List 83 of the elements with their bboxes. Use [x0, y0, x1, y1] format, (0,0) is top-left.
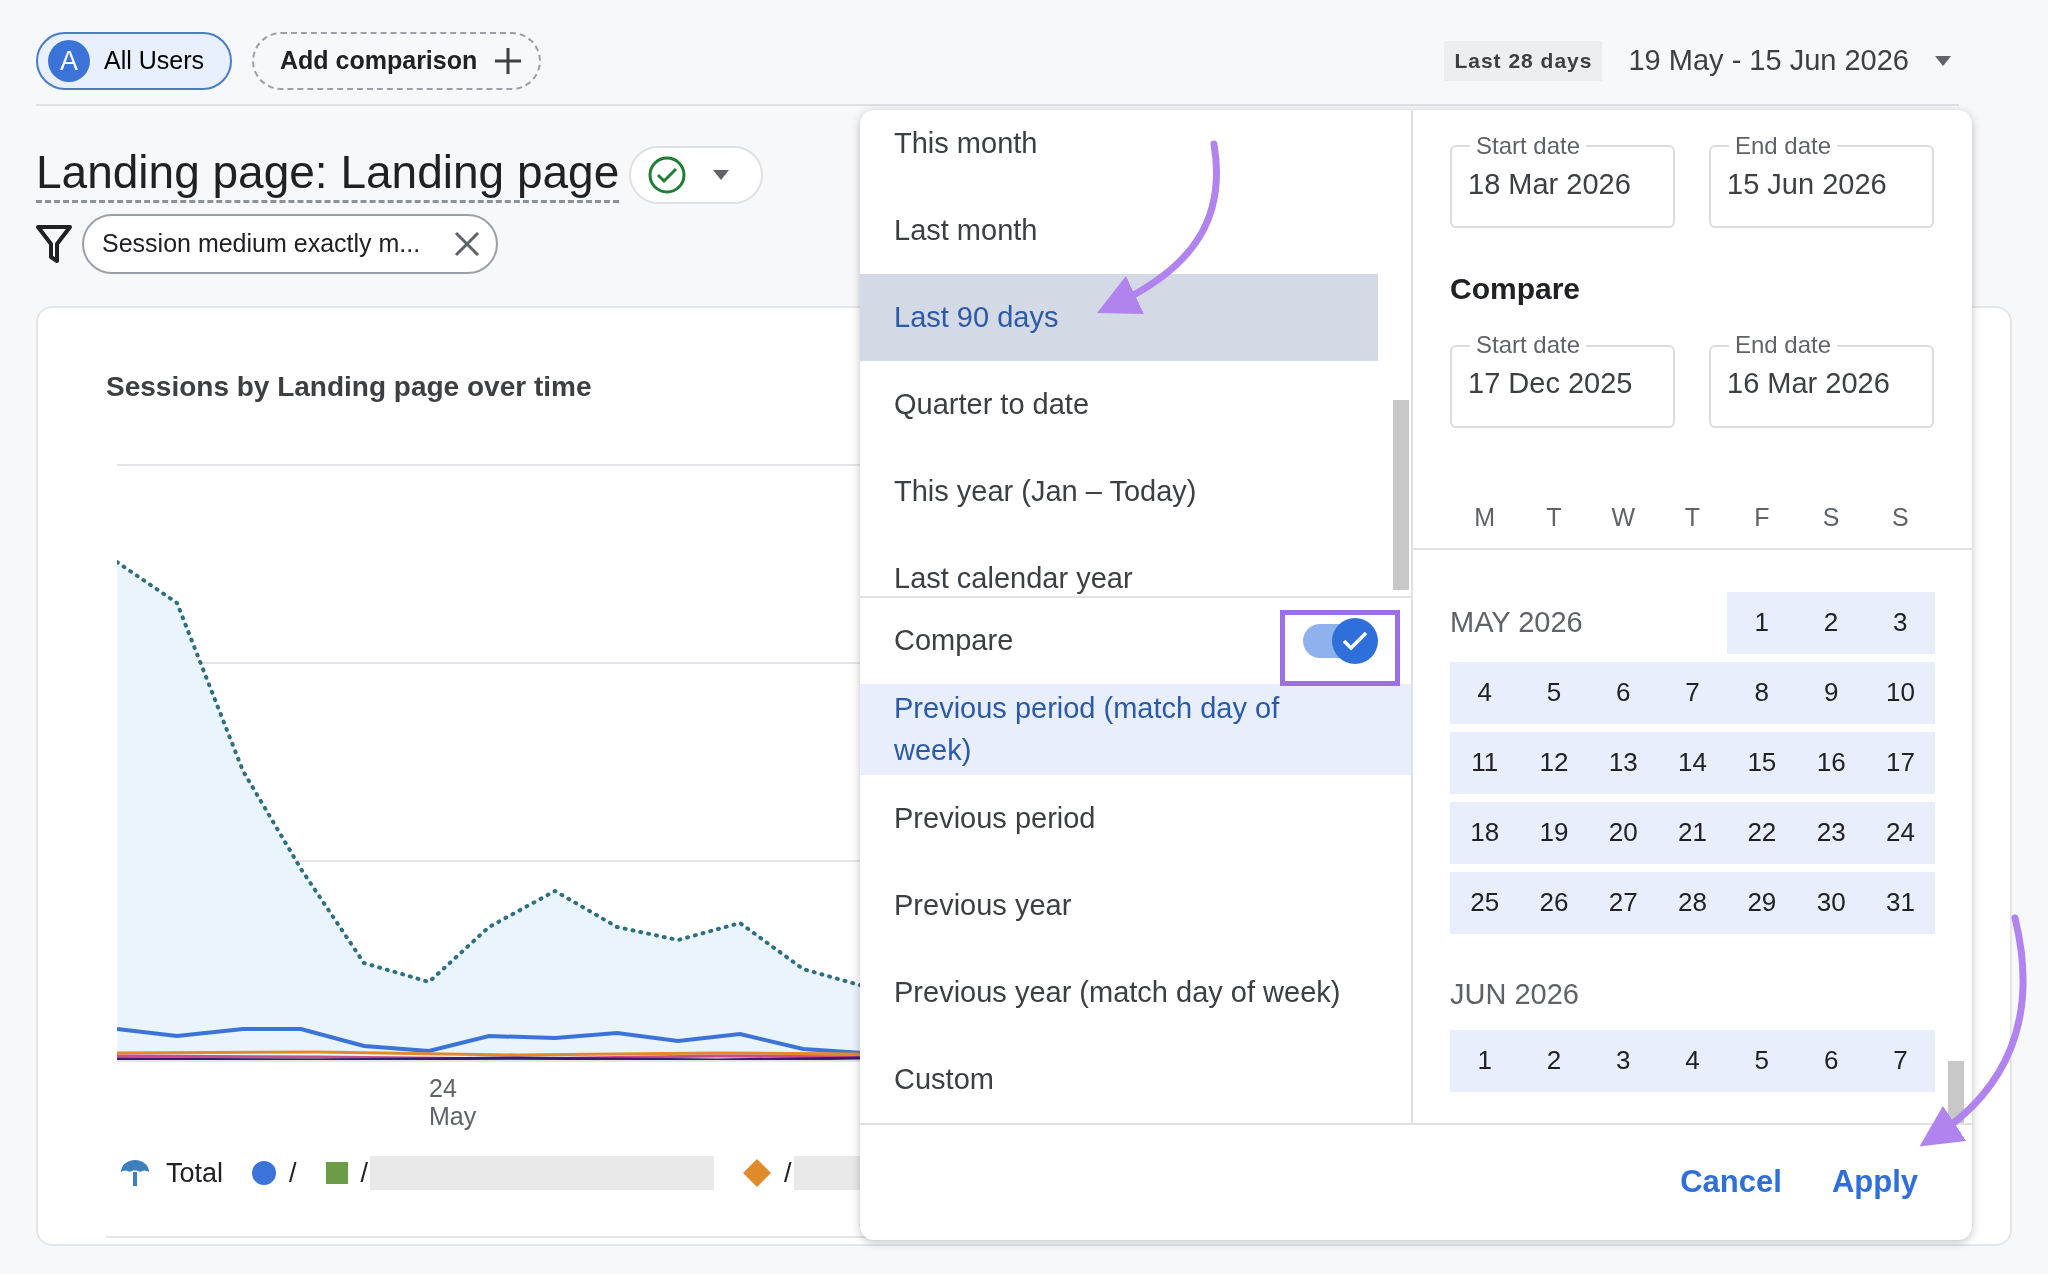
calendar-day[interactable]: 28: [1657, 871, 1728, 934]
calendar-day[interactable]: 9: [1796, 661, 1866, 724]
filter-icon: [36, 224, 72, 264]
compare-option[interactable]: Previous year (match day of week): [860, 949, 1411, 1036]
weekday-label: S: [1821, 501, 1841, 533]
calendar-day[interactable]: 7: [1865, 1029, 1936, 1092]
calendar-day[interactable]: 16: [1796, 731, 1866, 794]
chart-title: Sessions by Landing page over time: [106, 370, 592, 404]
segment-chip[interactable]: A All Users: [36, 32, 232, 90]
caret-icon: [711, 169, 732, 181]
calendar-day[interactable]: 4: [1657, 1029, 1728, 1092]
calendar-day[interactable]: 31: [1865, 871, 1936, 934]
calendar-day[interactable]: 18: [1450, 801, 1520, 864]
legend-label: /: [784, 1157, 792, 1190]
calendar-day[interactable]: 14: [1657, 731, 1728, 794]
calendar-day[interactable]: 23: [1796, 801, 1866, 864]
calendar-day[interactable]: 2: [1519, 1029, 1589, 1092]
filter-chip[interactable]: Session medium exactly m...: [82, 214, 499, 274]
calendar-day[interactable]: 3: [1588, 1029, 1658, 1092]
preset-option[interactable]: Last 90 days: [860, 274, 1378, 361]
legend-label: /: [360, 1157, 369, 1190]
calendar-day[interactable]: 1: [1727, 591, 1797, 654]
calendar-day[interactable]: 17: [1865, 731, 1936, 794]
calendar-day[interactable]: 5: [1727, 1029, 1797, 1092]
calendar-day[interactable]: 8: [1727, 661, 1797, 724]
calendar-day[interactable]: 26: [1519, 871, 1589, 934]
calendar-day[interactable]: 29: [1727, 871, 1797, 934]
calendar-day[interactable]: 3: [1865, 591, 1935, 654]
calendar-day[interactable]: 12: [1519, 731, 1589, 794]
calendar-day[interactable]: 10: [1865, 661, 1936, 724]
scrollbar-thumb[interactable]: [1393, 400, 1409, 590]
plus-icon: [493, 46, 524, 76]
calendar-day[interactable]: 15: [1727, 731, 1797, 794]
calendar-day[interactable]: 19: [1519, 801, 1589, 864]
weekday-label: S: [1891, 501, 1910, 533]
report-title[interactable]: Landing page: Landing page: [36, 147, 620, 203]
dropdown-caret-icon: [1933, 55, 1953, 67]
compare-option[interactable]: Previous period: [860, 775, 1411, 862]
weekday-label: W: [1610, 501, 1636, 533]
calendar-day[interactable]: 20: [1588, 801, 1658, 864]
avatar: A: [48, 40, 90, 82]
date-preset-label: Last 28 days: [1444, 41, 1603, 81]
x-axis-label: 24 May: [429, 1075, 477, 1130]
calendar-day[interactable]: 24: [1865, 801, 1936, 864]
weekday-label: T: [1683, 501, 1702, 533]
calendar-day[interactable]: 7: [1657, 661, 1728, 724]
calendar-day[interactable]: 6: [1588, 661, 1658, 724]
calendar-day[interactable]: 5: [1519, 661, 1589, 724]
calendar-day[interactable]: 25: [1450, 871, 1520, 934]
cancel-button[interactable]: Cancel: [1670, 1153, 1792, 1212]
calendar-day[interactable]: 4: [1450, 661, 1520, 724]
preset-option[interactable]: Last month: [860, 187, 1378, 274]
calendar-day[interactable]: 2: [1796, 591, 1866, 654]
close-icon[interactable]: [454, 231, 481, 257]
month-label: JUN 2026: [1450, 976, 1579, 1012]
weekday-label: F: [1753, 501, 1771, 533]
calendar-day[interactable]: 21: [1657, 801, 1728, 864]
calendar-day[interactable]: 27: [1588, 871, 1658, 934]
calendar-day[interactable]: 22: [1727, 801, 1797, 864]
compare-label: Compare: [894, 623, 1014, 658]
compare-option[interactable]: Custom: [860, 1036, 1411, 1123]
calendar-day[interactable]: 6: [1796, 1029, 1866, 1092]
preset-option[interactable]: Quarter to date: [860, 361, 1378, 448]
preset-option[interactable]: This month: [860, 110, 1378, 187]
calendar-day[interactable]: 30: [1796, 871, 1866, 934]
add-comparison-button[interactable]: Add comparison: [252, 32, 542, 90]
check-icon: [1341, 629, 1369, 652]
compare-option[interactable]: Previous year: [860, 862, 1411, 949]
check-circle-icon: [647, 155, 688, 195]
calendar-day[interactable]: 11: [1450, 731, 1520, 794]
legend-label: Total: [166, 1157, 224, 1190]
weekday-label: M: [1473, 501, 1497, 533]
compare-heading: Compare: [1450, 271, 1582, 308]
calendar-day[interactable]: 1: [1450, 1029, 1520, 1092]
preset-option[interactable]: This year (Jan – Today): [860, 448, 1378, 535]
month-label: MAY 2026: [1450, 604, 1584, 640]
preset-option[interactable]: Last calendar year: [860, 535, 1378, 596]
apply-button[interactable]: Apply: [1821, 1153, 1928, 1212]
calendar-day[interactable]: 13: [1588, 731, 1658, 794]
legend-label: /: [289, 1157, 297, 1190]
date-range-selector[interactable]: 19 May - 15 Jun 2026: [1622, 38, 1959, 84]
compare-option[interactable]: Previous period (match day of week): [860, 683, 1411, 775]
weekday-label: T: [1545, 501, 1563, 533]
